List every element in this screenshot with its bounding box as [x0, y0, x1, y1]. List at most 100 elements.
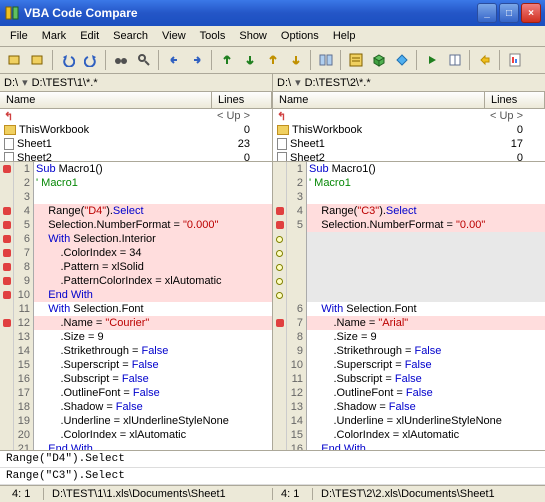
menu-file[interactable]: File: [4, 28, 34, 44]
code-line[interactable]: [307, 232, 545, 246]
code-line[interactable]: .ColorIndex = xlAutomatic: [34, 428, 272, 442]
redo-button[interactable]: [80, 49, 102, 71]
tree-row[interactable]: Sheet20: [0, 151, 272, 162]
arrow-down-yellow-button[interactable]: [285, 49, 307, 71]
code-line[interactable]: .Name = "Courier": [34, 316, 272, 330]
code-line[interactable]: Sub Macro1(): [307, 162, 545, 176]
code-line[interactable]: .Underline = xlUnderlineStyleNone: [307, 414, 545, 428]
tree-view-button[interactable]: [345, 49, 367, 71]
left-tree[interactable]: Name Lines ↰< Up > ThisWorkbook0Sheet123…: [0, 92, 272, 162]
left-code[interactable]: 12345678910111213141516171819202122 Sub …: [0, 162, 272, 450]
run-button[interactable]: [474, 49, 496, 71]
diff-line-left[interactable]: Range("D4").Select: [0, 451, 545, 468]
diff-line-right[interactable]: Range("C3").Select: [0, 468, 545, 485]
doc-open-button[interactable]: [4, 49, 26, 71]
pane-button[interactable]: [444, 49, 466, 71]
code-line[interactable]: Sub Macro1(): [34, 162, 272, 176]
code-line[interactable]: .Shadow = False: [34, 400, 272, 414]
code-line[interactable]: .Size = 9: [307, 330, 545, 344]
doc-open-button[interactable]: [27, 49, 49, 71]
code-line[interactable]: .Underline = xlUnderlineStyleNone: [34, 414, 272, 428]
code-line[interactable]: [307, 274, 545, 288]
col-lines[interactable]: Lines: [212, 92, 272, 108]
code-line[interactable]: [34, 190, 272, 204]
menu-help[interactable]: Help: [327, 28, 362, 44]
app-icon: [4, 5, 20, 21]
line-number: 12: [287, 386, 303, 400]
close-button[interactable]: ×: [521, 3, 541, 23]
code-line[interactable]: With Selection.Font: [34, 302, 272, 316]
code-line[interactable]: End With: [307, 442, 545, 450]
code-line[interactable]: [307, 190, 545, 204]
tree-row[interactable]: ThisWorkbook0: [273, 123, 545, 137]
line-number: 1: [14, 162, 30, 176]
copy-left-button[interactable]: [163, 49, 185, 71]
tree-row[interactable]: Sheet123: [0, 137, 272, 151]
undo-button[interactable]: [57, 49, 79, 71]
menu-view[interactable]: View: [156, 28, 192, 44]
code-line[interactable]: .Superscript = False: [34, 358, 272, 372]
left-drive[interactable]: D:\: [4, 77, 18, 89]
code-line[interactable]: .Strikethrough = False: [34, 344, 272, 358]
report-button[interactable]: [504, 49, 526, 71]
right-tree[interactable]: Name Lines ↰< Up > ThisWorkbook0Sheet117…: [273, 92, 545, 162]
find-next-button[interactable]: [133, 49, 155, 71]
code-line[interactable]: .Superscript = False: [307, 358, 545, 372]
code-line[interactable]: Selection.NumberFormat = "0.00": [307, 218, 545, 232]
code-line[interactable]: [307, 260, 545, 274]
arrow-up-green-button[interactable]: [216, 49, 238, 71]
copy-right-button[interactable]: [186, 49, 208, 71]
code-line[interactable]: .OutlineFont = False: [307, 386, 545, 400]
right-drive[interactable]: D:\: [277, 77, 291, 89]
code-line[interactable]: .OutlineFont = False: [34, 386, 272, 400]
tree-row[interactable]: ThisWorkbook0: [0, 123, 272, 137]
play-button[interactable]: [421, 49, 443, 71]
code-line[interactable]: ' Macro1: [34, 176, 272, 190]
code-line[interactable]: .Pattern = xlSolid: [34, 260, 272, 274]
code-line[interactable]: With Selection.Interior: [34, 232, 272, 246]
code-line[interactable]: .Strikethrough = False: [307, 344, 545, 358]
code-line[interactable]: Selection.NumberFormat = "0.000": [34, 218, 272, 232]
cube-button[interactable]: [368, 49, 390, 71]
minimize-button[interactable]: _: [477, 3, 497, 23]
code-line[interactable]: [307, 246, 545, 260]
tree-item-name: ThisWorkbook: [292, 124, 362, 136]
col-name[interactable]: Name: [273, 92, 485, 108]
menu-show[interactable]: Show: [233, 28, 273, 44]
maximize-button[interactable]: □: [499, 3, 519, 23]
dual-pane-button[interactable]: [315, 49, 337, 71]
code-line[interactable]: .Subscript = False: [34, 372, 272, 386]
menu-search[interactable]: Search: [107, 28, 154, 44]
code-line[interactable]: Range("C3").Select: [307, 204, 545, 218]
tree-row[interactable]: Sheet117: [273, 137, 545, 151]
tree-row[interactable]: Sheet20: [273, 151, 545, 162]
code-line[interactable]: .Name = "Arial": [307, 316, 545, 330]
code-line[interactable]: [307, 288, 545, 302]
right-code[interactable]: 1234567891011121314151617 Sub Macro1()' …: [273, 162, 545, 450]
menu-options[interactable]: Options: [275, 28, 325, 44]
diamond-button[interactable]: [391, 49, 413, 71]
code-line[interactable]: End With: [34, 288, 272, 302]
code-line[interactable]: .ColorIndex = 34: [34, 246, 272, 260]
up-row[interactable]: < Up >: [208, 110, 268, 122]
col-name[interactable]: Name: [0, 92, 212, 108]
left-path[interactable]: D:\TEST\1\*.*: [32, 77, 98, 89]
col-lines[interactable]: Lines: [485, 92, 545, 108]
code-line[interactable]: Range("D4").Select: [34, 204, 272, 218]
arrow-up-yellow-button[interactable]: [262, 49, 284, 71]
up-row[interactable]: < Up >: [481, 110, 541, 122]
code-line[interactable]: .ColorIndex = xlAutomatic: [307, 428, 545, 442]
menu-tools[interactable]: Tools: [194, 28, 232, 44]
right-path[interactable]: D:\TEST\2\*.*: [305, 77, 371, 89]
code-line[interactable]: .Size = 9: [34, 330, 272, 344]
code-line[interactable]: .Shadow = False: [307, 400, 545, 414]
code-line[interactable]: .Subscript = False: [307, 372, 545, 386]
code-line[interactable]: End With: [34, 442, 272, 450]
menu-edit[interactable]: Edit: [74, 28, 105, 44]
menu-mark[interactable]: Mark: [36, 28, 72, 44]
arrow-down-green-button[interactable]: [239, 49, 261, 71]
code-line[interactable]: With Selection.Font: [307, 302, 545, 316]
code-line[interactable]: .PatternColorIndex = xlAutomatic: [34, 274, 272, 288]
code-line[interactable]: ' Macro1: [307, 176, 545, 190]
binoculars-button[interactable]: [110, 49, 132, 71]
